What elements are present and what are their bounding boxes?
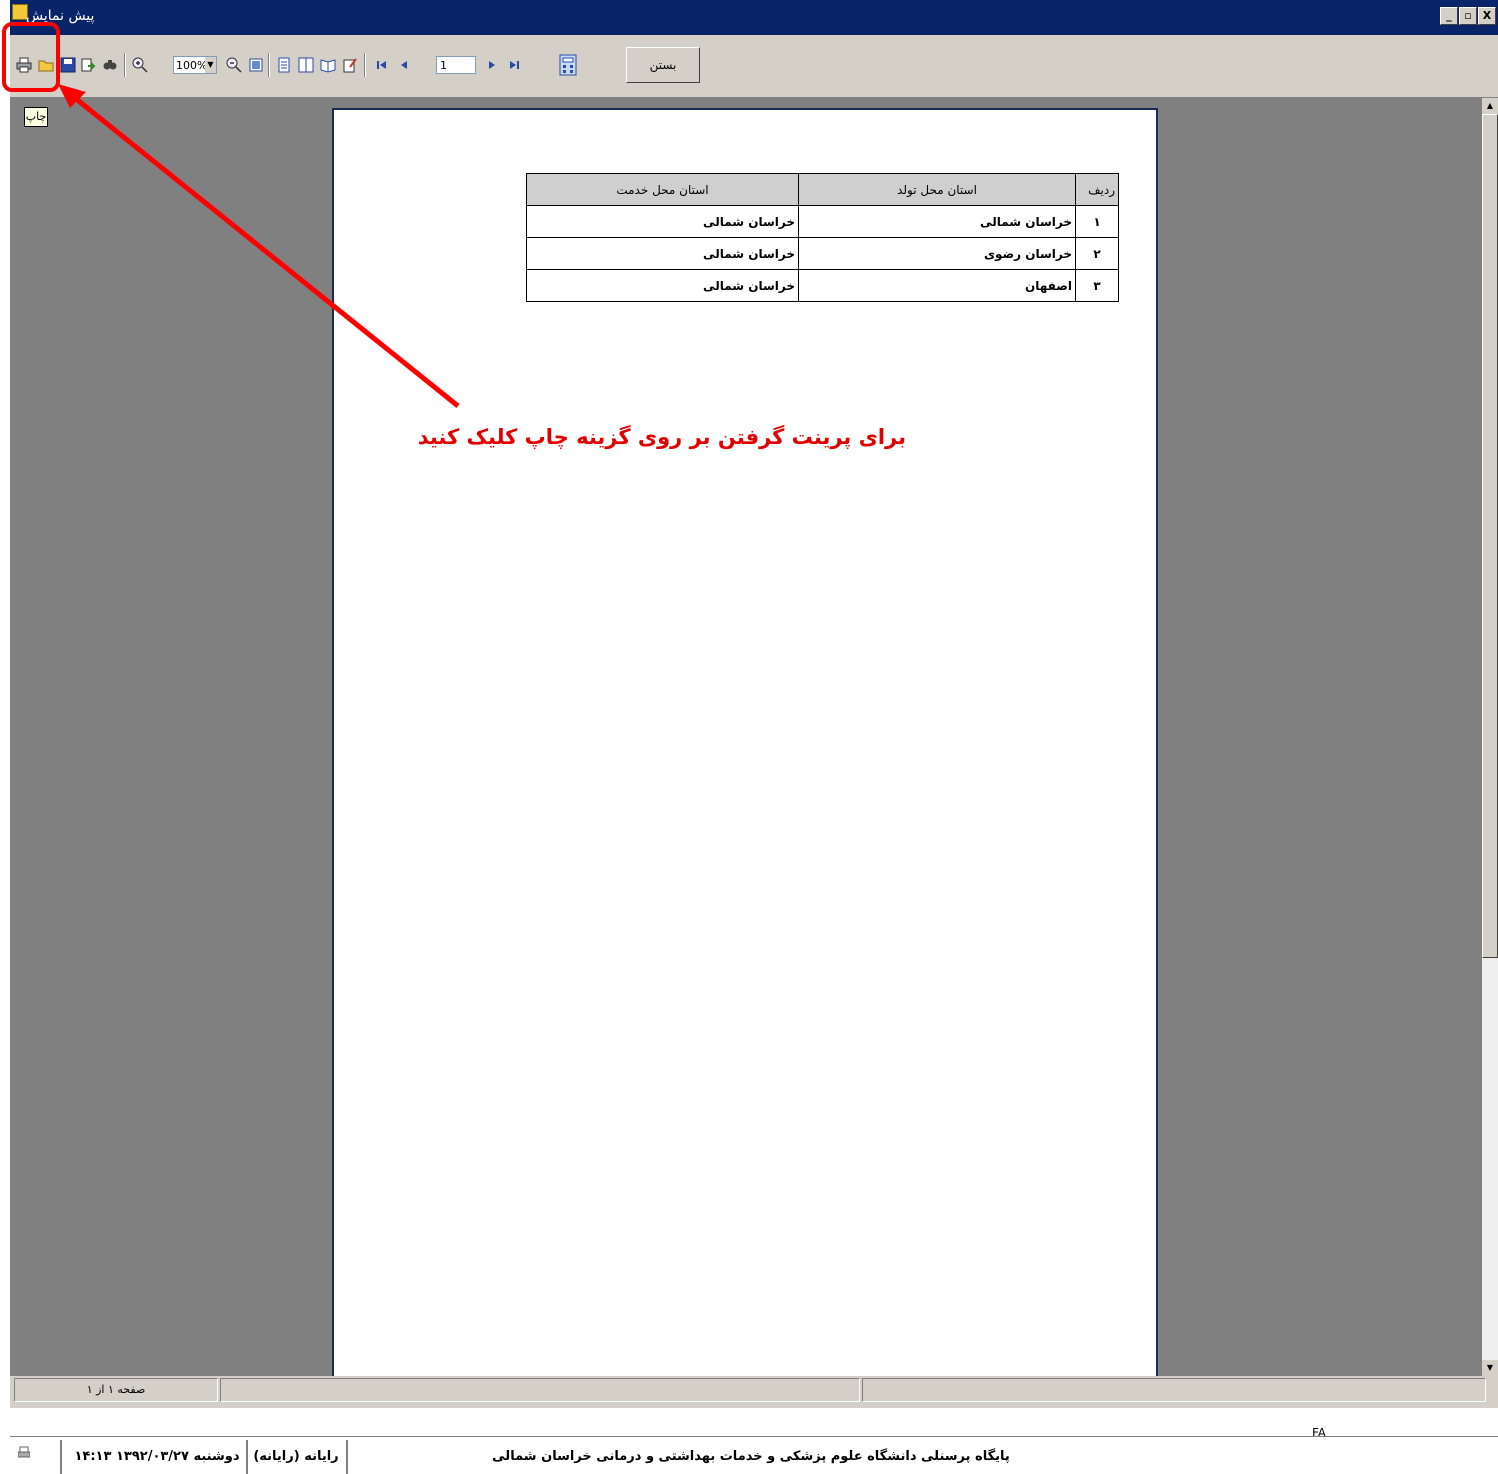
birth-province-cell: خراسان شمالی (798, 205, 1076, 238)
table-row: ۳ اصفهان خراسان شمالی (526, 269, 1119, 302)
birth-province-cell: خراسان رضوی (798, 237, 1076, 270)
zoom-in-icon[interactable] (130, 55, 150, 75)
datetime: دوشنبه ۱۳۹۲/۰۳/۲۷ ۱۴:۱۳ (74, 1449, 240, 1464)
window-controls: _ ▫ X (1439, 7, 1496, 25)
preview-status-bar: صفحه ۱ از ۱ (10, 1376, 1498, 1408)
table-row: ۲ خراسان رضوی خراسان شمالی (526, 237, 1119, 270)
scroll-up-icon[interactable]: ▲ (1482, 98, 1498, 114)
book-icon[interactable] (318, 55, 338, 75)
last-page-icon[interactable] (504, 55, 524, 75)
calculator-icon[interactable] (556, 53, 580, 77)
minimize-button[interactable]: _ (1440, 7, 1458, 25)
user-info: رایانه (رایانه) (253, 1449, 339, 1464)
service-province-cell: خراسان شمالی (526, 205, 799, 238)
search-icon[interactable] (100, 55, 120, 75)
scroll-down-icon[interactable]: ▼ (1482, 1360, 1498, 1376)
service-province-cell: خراسان شمالی (526, 269, 799, 302)
status-panel (220, 1378, 860, 1402)
column-header-birth-province: استان محل تولد (798, 173, 1076, 206)
chevron-down-icon[interactable]: ▼ (205, 57, 216, 73)
report-page: ردیف استان محل تولد استان محل خدمت ۱ خرا… (332, 108, 1158, 1376)
row-number-cell: ۲ (1075, 237, 1119, 270)
scroll-thumb[interactable] (1482, 114, 1498, 958)
divider (346, 1440, 349, 1474)
page-info: صفحه ۱ از ۱ (14, 1378, 218, 1402)
edit-icon[interactable] (340, 55, 360, 75)
page-number-input[interactable]: 1 (436, 56, 476, 74)
toolbar-separator (268, 53, 270, 77)
organization-name: پایگاه پرسنلی دانشگاه علوم پزشکی و خدمات… (492, 1449, 1010, 1464)
save-icon[interactable] (58, 55, 78, 75)
first-page-icon[interactable] (372, 55, 392, 75)
vertical-scrollbar[interactable]: ▲ ▼ (1482, 98, 1498, 1376)
toolbar-separator (124, 53, 126, 77)
report-table: ردیف استان محل تولد استان محل خدمت ۱ خرا… (526, 173, 1119, 302)
divider (246, 1440, 249, 1474)
one-page-icon[interactable] (274, 55, 294, 75)
row-number-cell: ۱ (1075, 205, 1119, 238)
zoom-out-icon[interactable] (224, 55, 244, 75)
two-pages-icon[interactable] (296, 55, 316, 75)
printer-icon (14, 1444, 34, 1474)
service-province-cell: خراسان شمالی (526, 237, 799, 270)
preview-toolbar: 100% ▼ 1 بستن (10, 35, 1498, 98)
birth-province-cell: اصفهان (798, 269, 1076, 302)
export-icon[interactable] (78, 55, 98, 75)
close-window-button[interactable]: X (1478, 7, 1496, 25)
print-button-highlight (2, 22, 60, 92)
page-width-icon[interactable] (246, 55, 266, 75)
print-preview-window: پیش نمایش _ ▫ X 100% ▼ 1 بستن ردیف استان… (2, 0, 1498, 1474)
table-row: ۱ خراسان شمالی خراسان شمالی (526, 205, 1119, 238)
column-header-row: ردیف (1075, 173, 1119, 206)
annotation-text: برای پرینت گرفتن بر روی گزینه چاپ کلیک ک… (417, 425, 906, 449)
close-preview-button[interactable]: بستن (626, 47, 700, 83)
preview-area[interactable]: ردیف استان محل تولد استان محل خدمت ۱ خرا… (10, 98, 1482, 1376)
restore-button[interactable]: ▫ (1459, 7, 1477, 25)
toolbar-separator (364, 53, 366, 77)
app-status-bar: FA دوشنبه ۱۳۹۲/۰۳/۲۷ ۱۴:۱۳ رایانه (رایان… (10, 1408, 1498, 1474)
divider (10, 1436, 1498, 1437)
title-bar: پیش نمایش _ ▫ X (10, 0, 1498, 35)
row-number-cell: ۳ (1075, 269, 1119, 302)
print-tooltip: چاپ (24, 107, 48, 127)
language-indicator: FA (1312, 1426, 1327, 1440)
desktop-edge (0, 0, 10, 1473)
next-page-icon[interactable] (482, 55, 502, 75)
prev-page-icon[interactable] (394, 55, 414, 75)
column-header-service-province: استان محل خدمت (526, 173, 799, 206)
divider (60, 1440, 63, 1474)
status-panel (862, 1378, 1486, 1402)
